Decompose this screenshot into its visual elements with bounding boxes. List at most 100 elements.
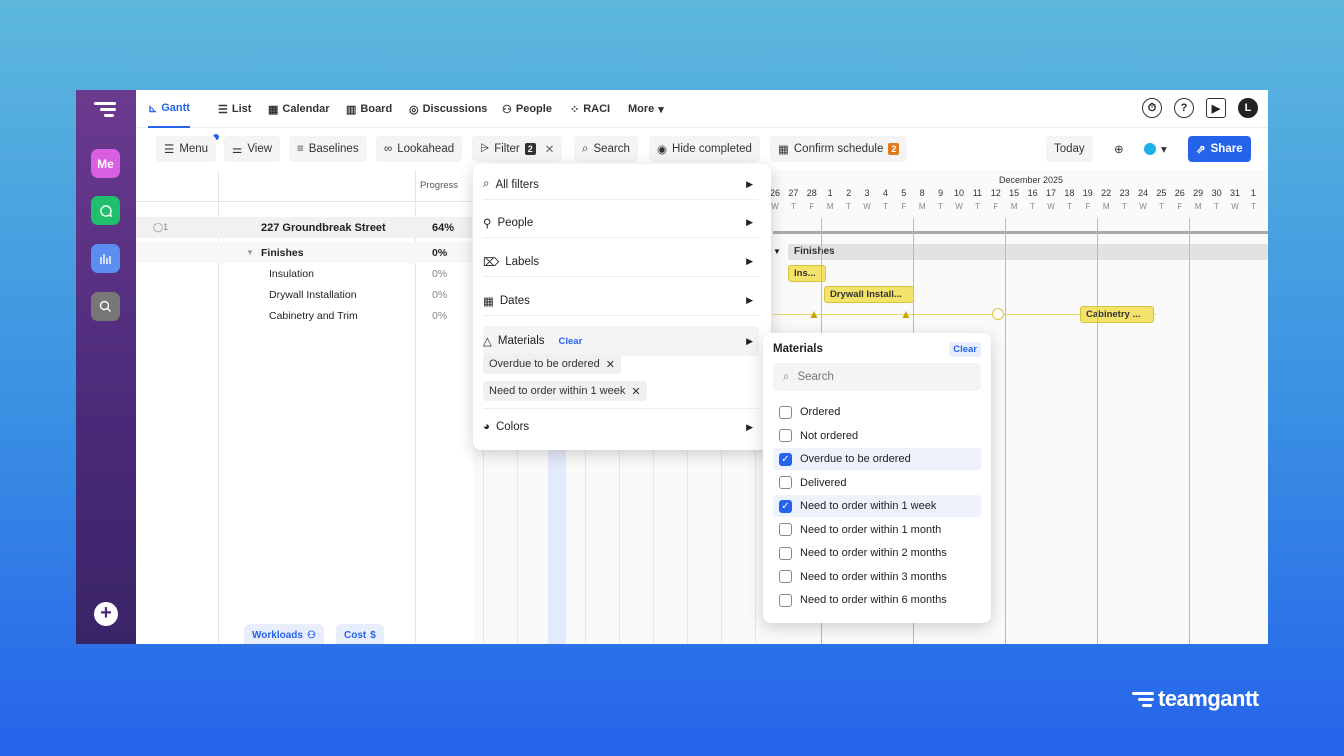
material-option[interactable]: ✓ Overdue to be ordered bbox=[773, 448, 981, 470]
day-number: 8 bbox=[919, 188, 925, 198]
cost-tab[interactable]: Cost $ bbox=[336, 624, 384, 644]
material-option[interactable]: Need to order within 6 months bbox=[773, 589, 981, 611]
project-row[interactable]: ◯1 227 Groundbreak Street 64% bbox=[136, 217, 472, 238]
day-letter: M bbox=[918, 202, 926, 211]
materials-clear-link[interactable]: Clear bbox=[559, 336, 583, 347]
day-letter: T bbox=[974, 202, 980, 211]
tab-raci[interactable]: ⁘ RACI bbox=[570, 90, 610, 128]
board-icon: ▥ bbox=[346, 103, 357, 116]
tab-board[interactable]: ▥ Board bbox=[346, 90, 392, 128]
remove-icon[interactable]: ✕ bbox=[606, 358, 615, 371]
today-button[interactable]: Today bbox=[1046, 136, 1093, 162]
material-option[interactable]: ✓ Need to order within 1 week bbox=[773, 495, 981, 517]
checkbox-icon[interactable] bbox=[779, 476, 792, 489]
group-row[interactable]: ▼ Finishes 0% bbox=[136, 242, 472, 263]
hide-completed-label: Hide completed bbox=[672, 143, 752, 155]
task-row[interactable]: Cabinetry and Trim 0% bbox=[136, 305, 472, 326]
share-button[interactable]: ⇗ Share bbox=[1188, 136, 1251, 162]
material-option[interactable]: Delivered bbox=[773, 472, 981, 494]
day-number: 4 bbox=[882, 188, 888, 198]
material-option[interactable]: Not ordered bbox=[773, 425, 981, 447]
materials-clear-button[interactable]: Clear bbox=[949, 342, 981, 357]
checkbox-checked-icon[interactable]: ✓ bbox=[779, 452, 792, 466]
checkbox-icon[interactable] bbox=[779, 570, 792, 583]
materials-search-input[interactable]: ⌕ Search bbox=[773, 363, 981, 391]
task-bar[interactable]: Drywall Install... bbox=[824, 286, 914, 303]
baselines-button[interactable]: ≡ Baselines bbox=[289, 136, 367, 162]
color-picker[interactable]: ▾ bbox=[1136, 136, 1175, 162]
checkbox-icon[interactable] bbox=[779, 429, 792, 442]
tag-icon: ⌦ bbox=[483, 256, 500, 269]
video-icon[interactable]: ▶ bbox=[1206, 98, 1226, 118]
eye-icon: ◉ bbox=[657, 144, 668, 156]
people-filter-item[interactable]: ⚲ People ▶ bbox=[483, 208, 759, 238]
chevron-right-icon: ▶ bbox=[746, 217, 753, 227]
hide-completed-button[interactable]: ◉ Hide completed bbox=[649, 136, 760, 162]
labels-filter-item[interactable]: ⌦ Labels ▶ bbox=[483, 247, 759, 277]
timer-icon[interactable]: ⏱ bbox=[1142, 98, 1162, 118]
search-button[interactable]: ⌕ Search bbox=[574, 136, 638, 162]
help-icon[interactable]: ? bbox=[1174, 98, 1194, 118]
checkbox-checked-icon[interactable]: ✓ bbox=[779, 499, 792, 513]
search-icon[interactable] bbox=[91, 292, 120, 321]
all-filters-item[interactable]: ⌕ All filters ▶ bbox=[483, 170, 759, 200]
tab-label: More bbox=[628, 103, 655, 115]
reports-icon[interactable] bbox=[91, 244, 120, 273]
checkbox-icon[interactable] bbox=[779, 593, 792, 607]
all-filters-label: All filters bbox=[495, 178, 539, 191]
milestone-icon[interactable] bbox=[992, 308, 1004, 320]
material-option[interactable]: Need to order within 2 months bbox=[773, 542, 981, 564]
collapse-icon[interactable]: ▼ bbox=[246, 248, 254, 257]
project-name: 227 Groundbreak Street bbox=[261, 221, 386, 234]
menu-button[interactable]: ☰ Menu bbox=[156, 136, 217, 162]
day-letter: T bbox=[882, 202, 888, 211]
tab-discussions[interactable]: ◎ Discussions bbox=[409, 90, 487, 128]
tab-more[interactable]: More ▾ bbox=[628, 90, 664, 128]
lookahead-button[interactable]: ∞ Lookahead bbox=[376, 136, 463, 162]
baselines-label: Baselines bbox=[308, 143, 359, 155]
collapse-icon[interactable]: ▼ bbox=[773, 247, 781, 256]
dates-filter-item[interactable]: ▦ Dates ▶ bbox=[483, 286, 759, 316]
workloads-tab[interactable]: Workloads ⚇ bbox=[244, 624, 324, 644]
view-button[interactable]: ⚌ View bbox=[224, 136, 281, 162]
teamgantt-logo-icon[interactable] bbox=[94, 102, 116, 120]
group-bar[interactable]: Finishes bbox=[788, 244, 1268, 260]
tab-list[interactable]: ☰ List bbox=[218, 90, 251, 128]
menu-label: Menu bbox=[179, 143, 209, 155]
tab-gantt[interactable]: ⊾ Gantt bbox=[148, 90, 190, 128]
task-row[interactable]: Drywall Installation 0% bbox=[136, 284, 472, 305]
colors-filter-item[interactable]: ◕ Colors ▶ bbox=[483, 412, 759, 442]
avatar[interactable]: L bbox=[1238, 98, 1258, 118]
remove-icon[interactable]: ✕ bbox=[631, 385, 640, 398]
chevron-down-icon: ▾ bbox=[1161, 144, 1167, 156]
material-warning-icon[interactable]: ▲ bbox=[900, 307, 912, 321]
me-button[interactable]: Me bbox=[91, 149, 120, 178]
material-warning-icon[interactable]: ▲ bbox=[808, 307, 820, 321]
zoom-icon[interactable]: ⊕ bbox=[1106, 136, 1132, 162]
colors-label: Colors bbox=[495, 421, 530, 433]
add-icon[interactable]: + bbox=[94, 602, 118, 626]
material-option[interactable]: Need to order within 1 month bbox=[773, 519, 981, 541]
chat-icon[interactable] bbox=[91, 196, 120, 225]
comment-icon[interactable]: ◯1 bbox=[153, 222, 168, 233]
search-icon: ⌕ bbox=[783, 370, 790, 383]
day-number: 1 bbox=[827, 188, 833, 198]
material-option-label: Overdue to be ordered bbox=[800, 453, 911, 465]
filter-button[interactable]: ⩥ Filter 2 ✕ bbox=[472, 136, 563, 162]
material-option[interactable]: Need to order within 3 months bbox=[773, 566, 981, 588]
day-letter: M bbox=[1194, 202, 1202, 211]
checkbox-icon[interactable] bbox=[779, 523, 792, 536]
materials-filter-item[interactable]: △ Materials Clear ▶ bbox=[483, 326, 759, 356]
tab-calendar[interactable]: ▦ Calendar bbox=[268, 90, 329, 128]
me-label: Me bbox=[97, 156, 114, 171]
task-row[interactable]: Insulation 0% bbox=[136, 263, 472, 284]
day-number: 28 bbox=[806, 188, 817, 198]
confirm-schedule-button[interactable]: ▦ Confirm schedule 2 bbox=[770, 136, 908, 162]
close-icon[interactable]: ✕ bbox=[545, 142, 555, 156]
task-bar[interactable]: Cabinetry ... bbox=[1080, 306, 1154, 323]
checkbox-icon[interactable] bbox=[779, 405, 792, 419]
checkbox-icon[interactable] bbox=[779, 546, 792, 560]
toolbar: ☰ Menu ⚌ View ≡ Baselines ∞ Lookahead ⩥ Filte… bbox=[136, 134, 1268, 164]
material-option[interactable]: Ordered bbox=[773, 401, 981, 423]
tab-people[interactable]: ⚇ People bbox=[502, 90, 552, 128]
